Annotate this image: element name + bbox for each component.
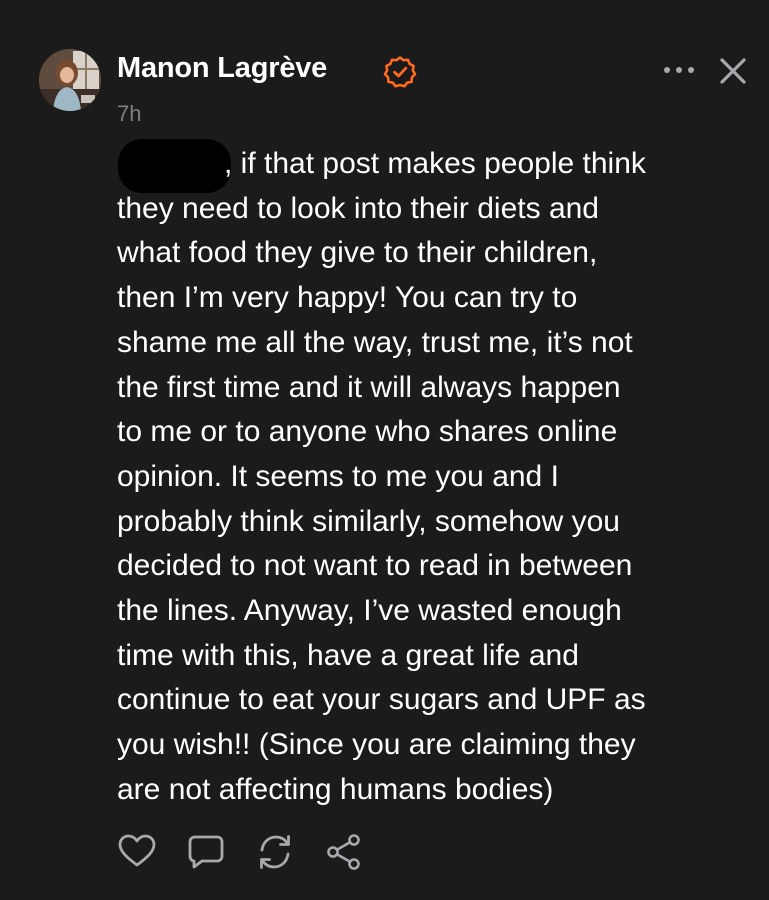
post-line: opinion. It seems to me you and I xyxy=(117,459,559,493)
repost-button[interactable] xyxy=(255,832,295,872)
post-line: time with this, have a great life and xyxy=(117,638,579,672)
post-line: probably think similarly, somehow you xyxy=(117,504,620,538)
post-line: the first time and it will always happen xyxy=(117,370,621,404)
post-line: are not affecting humans bodies) xyxy=(117,772,554,806)
repost-icon xyxy=(260,835,290,869)
share-icon xyxy=(327,834,360,870)
post-line: , if that post makes people think xyxy=(224,147,646,180)
post-line: then I’m very happy! You can try to xyxy=(117,281,578,315)
post-line: to me or to anyone who shares online xyxy=(117,415,618,449)
close-icon xyxy=(720,58,746,84)
more-horizontal-icon xyxy=(664,67,694,73)
post-timestamp: 7h xyxy=(117,101,142,126)
post-line: they need to look into their diets and xyxy=(117,191,599,225)
post-line: the lines. Anyway, I’ve wasted enough xyxy=(117,594,622,628)
share-button[interactable] xyxy=(324,832,364,872)
more-options-button[interactable] xyxy=(659,57,699,83)
comment-icon xyxy=(188,835,224,869)
post-line: you wish!! (Since you are claiming they xyxy=(117,728,636,762)
heart-icon xyxy=(118,834,156,867)
post-line: shame me all the way, trust me, it’s not xyxy=(117,325,633,359)
author-name[interactable]: Manon Lagrève xyxy=(117,52,327,85)
like-button[interactable] xyxy=(117,832,157,872)
comment-button[interactable] xyxy=(186,832,226,872)
author-avatar[interactable] xyxy=(39,49,101,111)
post-line: decided to not want to read in between xyxy=(117,549,633,583)
post-body-text: , if that post makes people think they n… xyxy=(117,142,757,813)
close-button[interactable] xyxy=(716,54,750,88)
post-line: continue to eat your sugars and UPF as xyxy=(117,683,646,717)
avatar-image xyxy=(39,49,101,111)
post-line: what food they give to their children, xyxy=(117,236,598,270)
verified-check-icon xyxy=(383,55,417,89)
